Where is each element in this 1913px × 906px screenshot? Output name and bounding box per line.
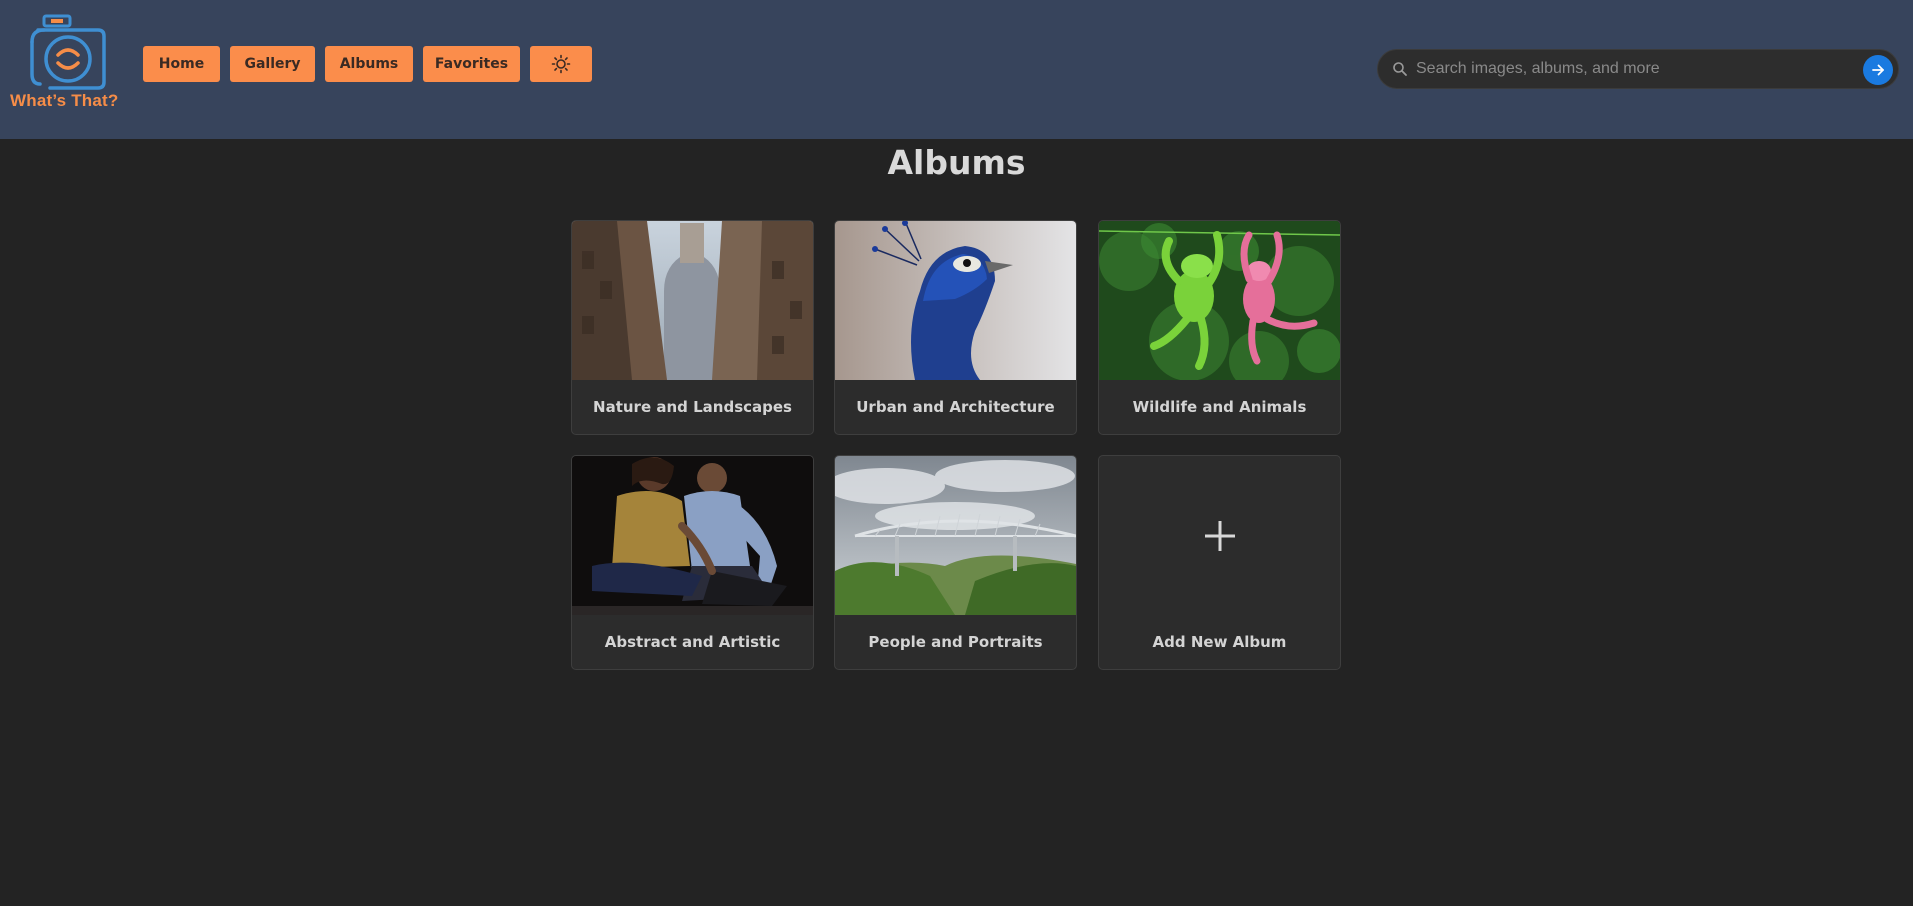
app-logo[interactable]: What’s That? <box>10 12 130 112</box>
nav-favorites-button[interactable]: Favorites <box>423 46 520 82</box>
search-icon <box>1393 62 1407 76</box>
album-card-people[interactable]: People and Portraits <box>834 455 1077 670</box>
album-thumbnail <box>572 221 813 380</box>
add-album-label: Add New Album <box>1152 633 1287 651</box>
camera-logo-icon <box>30 14 106 90</box>
search-submit-button[interactable] <box>1863 55 1893 85</box>
album-thumbnail <box>572 456 813 615</box>
search-bar <box>1377 49 1899 89</box>
nav-gallery-button[interactable]: Gallery <box>230 46 315 82</box>
album-thumbnail <box>1099 221 1340 380</box>
album-thumbnail <box>835 456 1076 615</box>
arrow-right-icon <box>1872 64 1884 76</box>
logo-text: What’s That? <box>10 91 119 110</box>
add-album-card[interactable]: Add New Album <box>1098 455 1341 670</box>
album-label: Abstract and Artistic <box>604 633 781 651</box>
album-label: Nature and Landscapes <box>593 398 792 416</box>
nav-albums-button[interactable]: Albums <box>325 46 413 82</box>
search-input[interactable] <box>1416 50 1836 88</box>
album-thumbnail <box>835 221 1076 380</box>
theme-toggle-button[interactable] <box>530 46 592 82</box>
album-label: Wildlife and Animals <box>1132 398 1307 416</box>
plus-icon <box>1205 521 1235 551</box>
album-card-wildlife[interactable]: Wildlife and Animals <box>1098 220 1341 435</box>
album-label: People and Portraits <box>868 633 1043 651</box>
page-title: Albums <box>887 143 1026 182</box>
sun-icon <box>551 54 571 74</box>
album-card-nature[interactable]: Nature and Landscapes <box>571 220 814 435</box>
top-bar: What’s That? Home Gallery Albums Favorit… <box>0 0 1913 139</box>
album-label: Urban and Architecture <box>856 398 1055 416</box>
album-card-abstract[interactable]: Abstract and Artistic <box>571 455 814 670</box>
album-card-urban[interactable]: Urban and Architecture <box>834 220 1077 435</box>
nav-home-button[interactable]: Home <box>143 46 220 82</box>
